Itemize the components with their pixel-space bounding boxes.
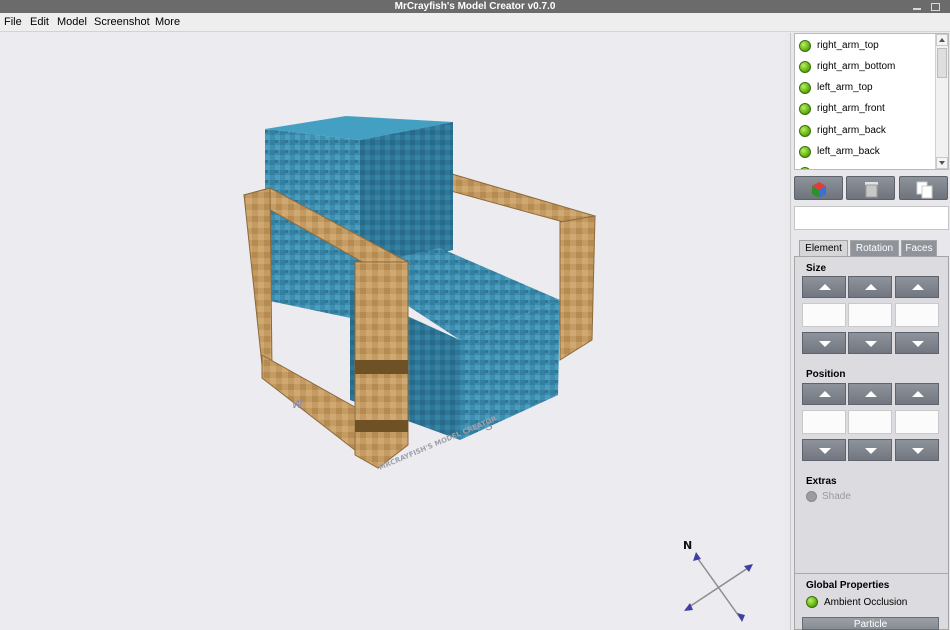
size-label: Size (806, 263, 827, 274)
tab-rotation[interactable]: Rotation (850, 240, 899, 256)
arrow-down-icon (819, 448, 831, 454)
visible-toggle-icon[interactable] (799, 60, 811, 73)
arrow-up-icon (912, 284, 924, 290)
menu-file[interactable]: File (4, 13, 22, 32)
global-properties-label: Global Properties (806, 580, 890, 591)
tab-faces[interactable]: Faces (901, 240, 937, 256)
title-bar: MrCrayfish's Model Creator v0.7.0 (0, 0, 950, 13)
list-item[interactable]: right_arm_top (799, 35, 934, 56)
list-scrollbar[interactable] (935, 34, 948, 169)
front-arm-back-post (243, 187, 273, 371)
ambient-occlusion-checkbox[interactable]: Ambient Occlusion (806, 596, 907, 608)
compass-arrow-s (737, 613, 745, 622)
position-z-decrease-button[interactable] (895, 439, 939, 461)
position-y-field[interactable] (848, 410, 892, 434)
west-label: W (292, 398, 304, 411)
menu-screenshot[interactable]: Screenshot (94, 13, 150, 32)
copy-icon (916, 181, 933, 199)
toggle-dot-icon (806, 596, 818, 608)
size-x-field[interactable] (802, 303, 846, 327)
menu-bar: File Edit Model Screenshot More (0, 13, 950, 32)
menu-more[interactable]: More (155, 13, 180, 32)
visible-toggle-icon[interactable] (799, 145, 811, 158)
cube-icon (812, 182, 826, 198)
trash-icon (865, 182, 878, 198)
position-label: Position (806, 369, 846, 380)
list-item[interactable]: left_arm_back (799, 141, 934, 162)
back-arm-top (439, 173, 597, 227)
toggle-dot-icon (806, 491, 817, 502)
arrow-down-icon (912, 448, 924, 454)
model-viewport[interactable]: N W S MRCRAYFISH'S MODEL CREATOR (0, 33, 785, 630)
scroll-up-button[interactable] (936, 34, 948, 46)
arrow-down-icon (865, 341, 877, 347)
arrow-up-icon (819, 391, 831, 397)
compass-arrow-n (693, 552, 701, 561)
sidebar: right_arm_top right_arm_bottom left_arm_… (790, 33, 950, 630)
element-list[interactable]: right_arm_top right_arm_bottom left_arm_… (794, 33, 949, 170)
arrow-down-icon (912, 341, 924, 347)
restore-icon[interactable] (928, 0, 942, 13)
list-item[interactable]: right_arm_front (799, 98, 934, 119)
compass-arrow-e (744, 564, 753, 572)
position-x-field[interactable] (802, 410, 846, 434)
size-x-decrease-button[interactable] (802, 332, 846, 354)
tab-element[interactable]: Element (799, 240, 848, 256)
visible-toggle-icon[interactable] (799, 102, 811, 115)
position-z-increase-button[interactable] (895, 383, 939, 405)
size-z-increase-button[interactable] (895, 276, 939, 298)
wood-band-lower (355, 420, 408, 432)
arrow-up-icon (819, 284, 831, 290)
visible-toggle-icon[interactable] (799, 166, 811, 169)
size-z-decrease-button[interactable] (895, 332, 939, 354)
menu-model[interactable]: Model (57, 13, 87, 32)
compass-north-label: N (683, 539, 692, 552)
compass-line-ew (685, 565, 752, 610)
compass-arrow-w (684, 603, 693, 611)
list-item[interactable]: right_arm_back (799, 120, 934, 141)
divider (795, 573, 948, 574)
list-item[interactable]: right_arm_bottom (799, 56, 934, 77)
menu-edit[interactable]: Edit (30, 13, 49, 32)
visible-toggle-icon[interactable] (799, 124, 811, 137)
position-x-increase-button[interactable] (802, 383, 846, 405)
back-arm-post (559, 215, 596, 361)
size-x-increase-button[interactable] (802, 276, 846, 298)
window-title: MrCrayfish's Model Creator v0.7.0 (394, 1, 556, 12)
arrow-up-icon (865, 391, 877, 397)
arrow-down-icon (865, 448, 877, 454)
minimize-icon[interactable] (910, 0, 924, 13)
add-element-button[interactable] (794, 176, 843, 200)
particle-button[interactable]: Particle (802, 617, 939, 630)
visible-toggle-icon[interactable] (799, 39, 811, 52)
scroll-down-button[interactable] (936, 157, 948, 169)
position-y-increase-button[interactable] (848, 383, 892, 405)
size-z-field[interactable] (895, 303, 939, 327)
shade-checkbox[interactable]: Shade (806, 491, 851, 502)
element-name-field[interactable] (794, 206, 949, 230)
delete-element-button[interactable] (846, 176, 895, 200)
list-item[interactable]: left_arm_top (799, 77, 934, 98)
position-y-decrease-button[interactable] (848, 439, 892, 461)
scroll-thumb[interactable] (937, 48, 947, 78)
position-z-field[interactable] (895, 410, 939, 434)
size-y-decrease-button[interactable] (848, 332, 892, 354)
size-y-field[interactable] (848, 303, 892, 327)
duplicate-element-button[interactable] (899, 176, 948, 200)
size-y-increase-button[interactable] (848, 276, 892, 298)
armchair-model[interactable]: N W S MRCRAYFISH'S MODEL CREATOR (0, 33, 785, 630)
extras-label: Extras (806, 476, 837, 487)
visible-toggle-icon[interactable] (799, 81, 811, 94)
wood-band (355, 360, 408, 374)
arrow-up-icon (865, 284, 877, 290)
position-x-decrease-button[interactable] (802, 439, 846, 461)
list-item[interactable] (799, 162, 934, 169)
element-panel: Size Position Extras Shade Global Proper… (794, 256, 949, 630)
arrow-up-icon (912, 391, 924, 397)
arrow-down-icon (819, 341, 831, 347)
